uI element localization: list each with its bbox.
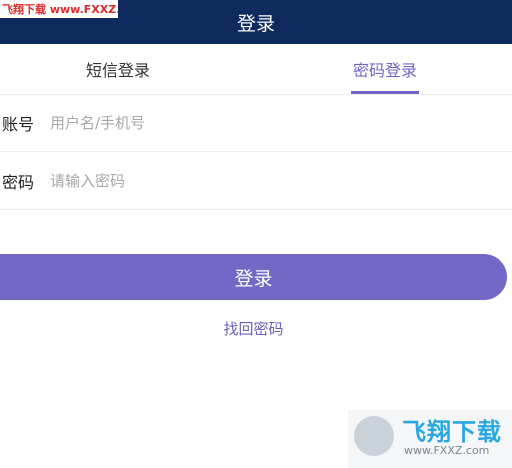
password-row: 密码 xyxy=(0,152,512,210)
page-title: 登录 xyxy=(236,12,275,35)
watermark-bottom: 飞翔下载 www.FXXZ.com xyxy=(348,410,512,468)
login-tabs: 短信登录 密码登录 xyxy=(0,44,512,95)
forgot-password-link[interactable]: 找回密码 xyxy=(0,318,507,339)
watermark-sub: www.FXXZ.com xyxy=(404,444,490,457)
password-label: 密码 xyxy=(2,172,35,192)
tab-sms-login[interactable]: 短信登录 xyxy=(70,44,166,94)
password-input[interactable] xyxy=(48,170,452,191)
login-button[interactable]: 登录 xyxy=(0,254,507,300)
account-input[interactable] xyxy=(48,112,452,133)
watermark-text: 飞翔下载 xyxy=(402,418,502,446)
watermark-top: 飞翔下载 www.FXXZ.com xyxy=(0,0,118,18)
tab-password-login[interactable]: 密码登录 xyxy=(346,44,424,94)
account-label: 账号 xyxy=(2,114,35,134)
account-row: 账号 xyxy=(0,94,512,152)
watermark-logo-icon xyxy=(354,416,394,456)
